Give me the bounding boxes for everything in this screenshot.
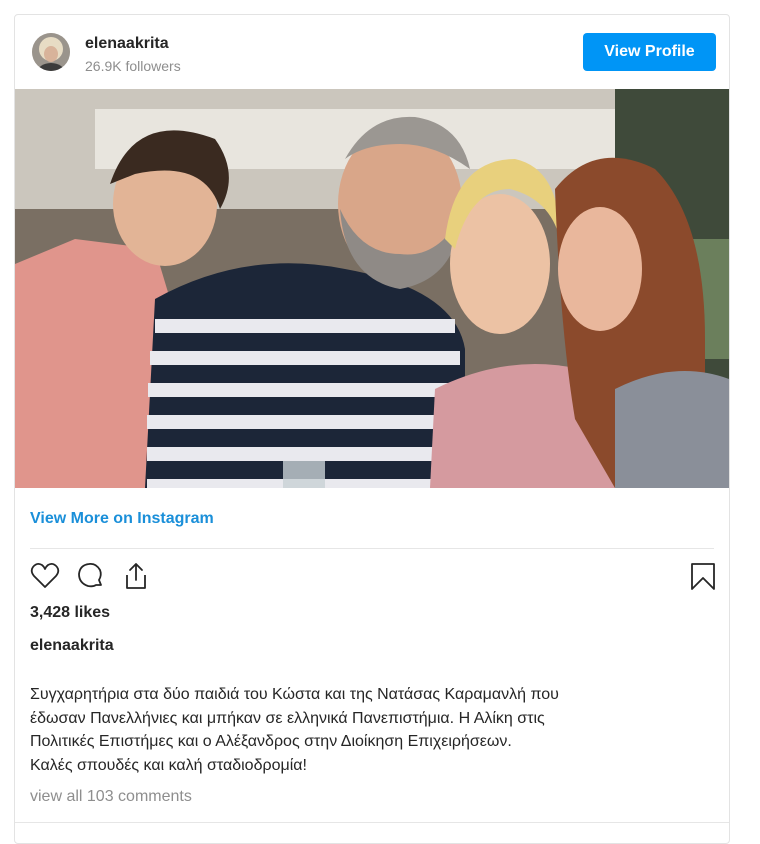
caption-line: έδωσαν Πανελλήνιες και μπήκαν σε ελληνικ… (30, 709, 545, 727)
heart-icon[interactable] (27, 556, 63, 596)
caption-line: Καλές σπουδές και καλή σταδιοδρομία! (30, 756, 307, 774)
post-header: elenaakrita 26.9K followers View Profile (15, 15, 729, 89)
caption-username[interactable]: elenaakrita (30, 637, 114, 655)
caption-line: Συγχαρητήρια στα δύο παιδιά του Κώστα κα… (30, 686, 559, 703)
comment-icon[interactable] (72, 556, 108, 596)
view-profile-button[interactable]: View Profile (583, 33, 716, 71)
likes-count: 3,428 likes (30, 604, 111, 621)
view-all-comments-link[interactable]: view all 103 comments (30, 788, 192, 806)
divider (30, 548, 714, 549)
view-more-on-instagram-link[interactable]: View More on Instagram (30, 510, 214, 528)
share-icon[interactable] (118, 556, 154, 596)
caption-line: Πολιτικές Επιστήμες και ο Αλέξανδρος στη… (30, 733, 512, 750)
instagram-embed-card: elenaakrita 26.9K followers View Profile (14, 14, 730, 844)
caption-text: Συγχαρητήρια στα δύο παιδιά του Κώστα κα… (30, 683, 710, 777)
followers-count: 26.9K followers (85, 58, 181, 74)
post-photo[interactable] (15, 89, 729, 488)
avatar[interactable] (32, 33, 70, 71)
username[interactable]: elenaakrita (85, 35, 169, 53)
post-actions (15, 556, 729, 596)
bookmark-icon[interactable] (685, 556, 721, 596)
divider (15, 822, 729, 823)
